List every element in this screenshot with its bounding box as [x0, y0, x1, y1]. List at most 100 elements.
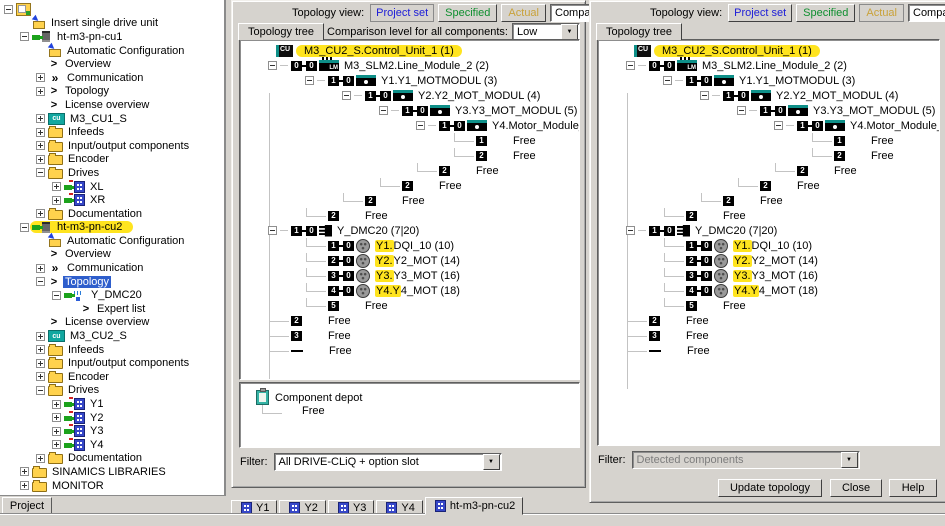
- sidebar-item-m3-cu2-s[interactable]: cuM3_CU2_S: [0, 329, 224, 343]
- topology-node-y4-y4-mot-18[interactable]: 40Y4.Y4_MOT (18): [240, 283, 579, 298]
- sidebar-item-input-output-components[interactable]: Input/output components: [0, 356, 224, 370]
- expand-icon[interactable]: [20, 481, 29, 490]
- view-mode-select[interactable]: Comparison ▼: [908, 4, 945, 22]
- topology-node-free[interactable]: 2Free: [240, 178, 579, 193]
- topology-node-free[interactable]: 2Free: [598, 313, 939, 328]
- topology-node-y4-motor-module-6-6[interactable]: 10Y4.Motor_Module_6 (6): [598, 118, 939, 133]
- topology-node-y-dmc20-7-20[interactable]: 10Y_DMC20 (7|20): [240, 223, 579, 238]
- collapse-icon[interactable]: [20, 32, 29, 41]
- expand-icon[interactable]: [36, 73, 45, 82]
- sidebar-item-ht-m3-pn-cu1[interactable]: ht-m3-pn-cu1: [0, 30, 224, 44]
- sidebar-item-communication[interactable]: »Communication: [0, 261, 224, 275]
- topology-node-m3-slm2-line-module-2-2[interactable]: 00M3_SLM2.Line_Module_2 (2): [240, 58, 579, 73]
- topology-node-free[interactable]: 3Free: [598, 328, 939, 343]
- topology-node-free[interactable]: 2Free: [598, 163, 939, 178]
- topology-node-free[interactable]: Free: [598, 343, 939, 358]
- sidebar-item-documentation[interactable]: Documentation: [0, 207, 224, 221]
- expand-icon[interactable]: [36, 209, 45, 218]
- collapse-icon[interactable]: [268, 226, 277, 235]
- sidebar-item-overview[interactable]: >Overview: [0, 248, 224, 262]
- sidebar-item-xr[interactable]: XR: [0, 193, 224, 207]
- sidebar-item-y-dmc20[interactable]: Y_DMC20: [0, 288, 224, 302]
- collapse-icon[interactable]: [36, 386, 45, 395]
- sidebar-item-license-overview[interactable]: >License overview: [0, 98, 224, 112]
- topology-node-y1-dqi-10-10[interactable]: 10Y1.DQI_10 (10): [240, 238, 579, 253]
- expand-icon[interactable]: [36, 264, 45, 273]
- sidebar-item-encoder[interactable]: Encoder: [0, 370, 224, 384]
- expand-icon[interactable]: [52, 182, 61, 191]
- expand-icon[interactable]: [36, 454, 45, 463]
- topology-node-free[interactable]: 2Free: [240, 313, 579, 328]
- collapse-icon[interactable]: [416, 121, 425, 130]
- sidebar-item-root[interactable]: [0, 3, 224, 17]
- topology-node-free[interactable]: 2Free: [240, 163, 579, 178]
- sidebar-item-monitor[interactable]: MONITOR: [0, 479, 224, 493]
- sidebar-item-automatic-configuration[interactable]: Automatic Configuration: [0, 44, 224, 58]
- topology-node-y2-y2-mot-14[interactable]: 20Y2.Y2_MOT (14): [240, 253, 579, 268]
- sidebar-item-expert-list[interactable]: >Expert list: [0, 302, 224, 316]
- topology-node-m3-cu2-s-control-unit-1-1[interactable]: M3_CU2_S.Control_Unit_1 (1): [598, 43, 939, 58]
- topology-node-m3-slm2-line-module-2-2[interactable]: 00M3_SLM2.Line_Module_2 (2): [598, 58, 939, 73]
- topology-node-free[interactable]: 2Free: [240, 208, 579, 223]
- expand-icon[interactable]: [52, 400, 61, 409]
- expand-icon[interactable]: [52, 440, 61, 449]
- update-topology-button[interactable]: Update topology: [718, 479, 822, 497]
- expand-icon[interactable]: [36, 372, 45, 381]
- sidebar-item-sinamics-libraries[interactable]: SINAMICS LIBRARIES: [0, 465, 224, 479]
- sidebar-item-y2[interactable]: Y2: [0, 411, 224, 425]
- expand-icon[interactable]: [36, 155, 45, 164]
- collapse-icon[interactable]: [379, 106, 388, 115]
- topology-node-y3-y3-mot-modul-5[interactable]: 10Y3.Y3_MOT_MODUL (5): [240, 103, 579, 118]
- topology-node-free[interactable]: 3Free: [240, 328, 579, 343]
- collapse-icon[interactable]: [626, 226, 635, 235]
- topology-node-y1-dqi-10-10[interactable]: 10Y1.DQI_10 (10): [598, 238, 939, 253]
- expand-icon[interactable]: [20, 467, 29, 476]
- expand-icon[interactable]: [36, 128, 45, 137]
- specified-button[interactable]: Specified: [796, 4, 855, 22]
- expand-icon[interactable]: [36, 359, 45, 368]
- expand-icon[interactable]: [36, 141, 45, 150]
- collapse-icon[interactable]: [36, 168, 45, 177]
- topology-node-y2-y2-mot-14[interactable]: 20Y2.Y2_MOT (14): [598, 253, 939, 268]
- project-set-button[interactable]: Project set: [728, 4, 792, 22]
- chevron-down-icon[interactable]: ▼: [561, 24, 578, 40]
- sidebar-item-communication[interactable]: »Communication: [0, 71, 224, 85]
- expand-icon[interactable]: [52, 413, 61, 422]
- sidebar-item-ht-m3-pn-cu2[interactable]: ht-m3-pn-cu2: [0, 221, 224, 235]
- collapse-icon[interactable]: [737, 106, 746, 115]
- topology-node-free[interactable]: 2Free: [598, 148, 939, 163]
- expand-icon[interactable]: [36, 114, 45, 123]
- topology-node-y3-y3-mot-16[interactable]: 30Y3.Y3_MOT (16): [240, 268, 579, 283]
- collapse-icon[interactable]: [663, 76, 672, 85]
- expand-icon[interactable]: [36, 87, 45, 96]
- help-button[interactable]: Help: [889, 479, 937, 497]
- sidebar-item-drives[interactable]: Drives: [0, 166, 224, 180]
- sidebar-item-infeeds[interactable]: Infeeds: [0, 125, 224, 139]
- sidebar-item-topology[interactable]: >Topology: [0, 275, 224, 289]
- topology-node-m3-cu2-s-control-unit-1-1[interactable]: M3_CU2_S.Control_Unit_1 (1): [240, 43, 579, 58]
- topology-node-free[interactable]: 5Free: [240, 298, 579, 313]
- topology-node-free[interactable]: 2Free: [240, 148, 579, 163]
- topology-node-free[interactable]: 1Free: [240, 133, 579, 148]
- sidebar-item-infeeds[interactable]: Infeeds: [0, 343, 224, 357]
- filter-select[interactable]: All DRIVE-CLiQ + option slot ▼: [274, 453, 502, 471]
- expand-icon[interactable]: [52, 196, 61, 205]
- sidebar-item-license-overview[interactable]: >License overview: [0, 316, 224, 330]
- collapse-icon[interactable]: [36, 277, 45, 286]
- sidebar-item-documentation[interactable]: Documentation: [0, 452, 224, 466]
- sidebar-item-overview[interactable]: >Overview: [0, 57, 224, 71]
- sidebar-item-encoder[interactable]: Encoder: [0, 153, 224, 167]
- sidebar-item-drives[interactable]: Drives: [0, 384, 224, 398]
- sidebar-item-y1[interactable]: Y1: [0, 397, 224, 411]
- sidebar-item-automatic-configuration[interactable]: Automatic Configuration: [0, 234, 224, 248]
- topology-node-y4-y4-mot-18[interactable]: 40Y4.Y4_MOT (18): [598, 283, 939, 298]
- topology-node-y3-y3-mot-modul-5[interactable]: 10Y3.Y3_MOT_MODUL (5): [598, 103, 939, 118]
- sidebar-item-xl[interactable]: XL: [0, 180, 224, 194]
- sidebar-item-input-output-components[interactable]: Input/output components: [0, 139, 224, 153]
- tab-topology-tree[interactable]: Topology tree: [238, 23, 324, 40]
- collapse-icon[interactable]: [626, 61, 635, 70]
- collapse-icon[interactable]: [268, 61, 277, 70]
- sidebar-item-topology[interactable]: >Topology: [0, 85, 224, 99]
- collapse-icon[interactable]: [342, 91, 351, 100]
- chevron-down-icon[interactable]: ▼: [483, 454, 500, 470]
